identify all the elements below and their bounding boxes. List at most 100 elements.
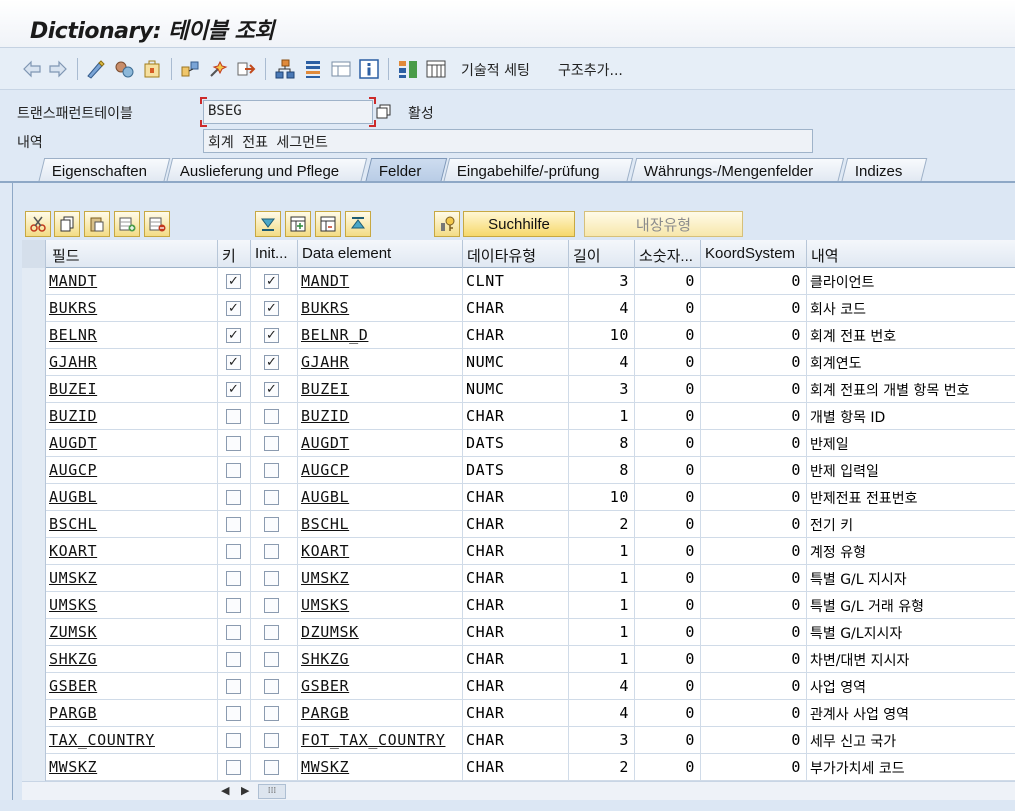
key-checkbox[interactable]: ✓ bbox=[226, 382, 241, 397]
append-structure-button[interactable]: 구조추가... bbox=[558, 60, 623, 80]
cell-data-element[interactable]: DZUMSK bbox=[301, 623, 359, 641]
row-selector[interactable] bbox=[22, 511, 46, 538]
scroll-thumb[interactable]: ⁞⁞⁞ bbox=[258, 784, 286, 799]
description-field[interactable]: 회계 전표 세그먼트 bbox=[203, 129, 813, 153]
copy-window-icon[interactable] bbox=[375, 103, 393, 121]
initial-checkbox[interactable] bbox=[264, 733, 279, 748]
row-selector[interactable] bbox=[22, 673, 46, 700]
initial-checkbox[interactable]: ✓ bbox=[264, 355, 279, 370]
cell-data-element[interactable]: AUGCP bbox=[301, 461, 349, 479]
tab-auslieferung[interactable]: Auslieferung und Pflege bbox=[166, 158, 368, 183]
cell-field[interactable]: GJAHR bbox=[49, 353, 97, 371]
initial-checkbox[interactable]: ✓ bbox=[264, 382, 279, 397]
row-selector[interactable] bbox=[22, 592, 46, 619]
cell-data-element[interactable]: MANDT bbox=[301, 272, 349, 290]
initial-checkbox[interactable] bbox=[264, 625, 279, 640]
forward-arrow-icon[interactable] bbox=[46, 57, 70, 81]
initial-checkbox[interactable] bbox=[264, 652, 279, 667]
column-header-coord[interactable]: KoordSystem bbox=[701, 240, 807, 268]
layout-icon[interactable] bbox=[329, 57, 353, 81]
cell-field[interactable]: ZUMSK bbox=[49, 623, 97, 641]
cell-data-element[interactable]: UMSKS bbox=[301, 596, 349, 614]
key-checkbox[interactable] bbox=[226, 463, 241, 478]
key-checkbox[interactable]: ✓ bbox=[226, 274, 241, 289]
key-checkbox[interactable] bbox=[226, 517, 241, 532]
table-contents-icon[interactable] bbox=[424, 57, 448, 81]
table-row[interactable]: MWSKZ MWSKZ CHAR 2 0 0 부가가치세 코드 bbox=[22, 754, 1015, 781]
insert-row-icon[interactable] bbox=[114, 211, 140, 237]
key-checkbox[interactable] bbox=[226, 760, 241, 775]
table-row[interactable]: GSBER GSBER CHAR 4 0 0 사업 영역 bbox=[22, 673, 1015, 700]
row-selector[interactable] bbox=[22, 700, 46, 727]
table-row[interactable]: BELNR ✓ ✓ BELNR_D CHAR 10 0 0 회계 전표 번호 bbox=[22, 322, 1015, 349]
table-row[interactable]: UMSKZ UMSKZ CHAR 1 0 0 특별 G/L 지시자 bbox=[22, 565, 1015, 592]
technical-settings-button[interactable]: 기술적 세팅 bbox=[461, 60, 530, 80]
initial-checkbox[interactable] bbox=[264, 679, 279, 694]
delete-row-icon[interactable] bbox=[144, 211, 170, 237]
row-selector[interactable] bbox=[22, 403, 46, 430]
row-selector[interactable] bbox=[22, 322, 46, 349]
column-header-data-element[interactable]: Data element bbox=[298, 240, 463, 268]
cell-data-element[interactable]: SHKZG bbox=[301, 650, 349, 668]
table-row[interactable]: ZUMSK DZUMSK CHAR 1 0 0 특별 G/L지시자 bbox=[22, 619, 1015, 646]
cell-field[interactable]: MANDT bbox=[49, 272, 97, 290]
paste-icon[interactable] bbox=[84, 211, 110, 237]
cell-data-element[interactable]: GJAHR bbox=[301, 353, 349, 371]
initial-checkbox[interactable] bbox=[264, 544, 279, 559]
cell-field[interactable]: PARGB bbox=[49, 704, 97, 722]
table-row[interactable]: PARGB PARGB CHAR 4 0 0 관계사 사업 영역 bbox=[22, 700, 1015, 727]
initial-checkbox[interactable] bbox=[264, 490, 279, 505]
key-checkbox[interactable] bbox=[226, 571, 241, 586]
cell-data-element[interactable]: BELNR_D bbox=[301, 326, 368, 344]
cell-data-element[interactable]: GSBER bbox=[301, 677, 349, 695]
tab-eigenschaften[interactable]: Eigenschaften bbox=[38, 158, 171, 183]
table-row[interactable]: BUZEI ✓ ✓ BUZEI NUMC 3 0 0 회계 전표의 개별 항목 번호 bbox=[22, 376, 1015, 403]
copy-icon[interactable] bbox=[54, 211, 80, 237]
cell-field[interactable]: AUGDT bbox=[49, 434, 97, 452]
table-row[interactable]: KOART KOART CHAR 1 0 0 계정 유형 bbox=[22, 538, 1015, 565]
initial-checkbox[interactable]: ✓ bbox=[264, 301, 279, 316]
row-selector[interactable] bbox=[22, 754, 46, 781]
row-selector[interactable] bbox=[22, 619, 46, 646]
key-checkbox[interactable] bbox=[226, 706, 241, 721]
move-up-icon[interactable] bbox=[345, 211, 371, 237]
cell-data-element[interactable]: BUZEI bbox=[301, 380, 349, 398]
row-selector[interactable] bbox=[22, 538, 46, 565]
row-selector[interactable] bbox=[22, 376, 46, 403]
scroll-left-icon[interactable]: ◀ bbox=[221, 784, 229, 797]
search-help-button[interactable]: Suchhilfe bbox=[463, 211, 575, 237]
hierarchy-icon[interactable] bbox=[273, 57, 297, 81]
initial-checkbox[interactable] bbox=[264, 598, 279, 613]
column-header-description[interactable]: 내역 bbox=[807, 240, 1015, 268]
key-checkbox[interactable] bbox=[226, 679, 241, 694]
initial-checkbox[interactable] bbox=[264, 571, 279, 586]
cell-data-element[interactable]: BUKRS bbox=[301, 299, 349, 317]
initial-checkbox[interactable] bbox=[264, 517, 279, 532]
cell-data-element[interactable]: BSCHL bbox=[301, 515, 349, 533]
table-row[interactable]: AUGCP AUGCP DATS 8 0 0 반제 입력일 bbox=[22, 457, 1015, 484]
key-checkbox[interactable]: ✓ bbox=[226, 355, 241, 370]
key-checkbox[interactable] bbox=[226, 544, 241, 559]
row-selector[interactable] bbox=[22, 565, 46, 592]
key-checkbox[interactable] bbox=[226, 652, 241, 667]
cell-field[interactable]: BUZEI bbox=[49, 380, 97, 398]
key-checkbox[interactable]: ✓ bbox=[226, 301, 241, 316]
column-header-decimals[interactable]: 소숫자... bbox=[635, 240, 701, 268]
initial-checkbox[interactable] bbox=[264, 409, 279, 424]
horizontal-scrollbar[interactable]: ◀ ▶ ⁞⁞⁞ bbox=[22, 781, 1015, 800]
expand-structure-icon[interactable] bbox=[315, 211, 341, 237]
initial-checkbox[interactable]: ✓ bbox=[264, 274, 279, 289]
key-checkbox[interactable] bbox=[226, 598, 241, 613]
tab-indizes[interactable]: Indizes bbox=[841, 158, 928, 183]
navigate-icon[interactable] bbox=[234, 57, 258, 81]
row-selector[interactable] bbox=[22, 457, 46, 484]
cell-data-element[interactable]: KOART bbox=[301, 542, 349, 560]
tab-waehrungsfelder[interactable]: Währungs-/Mengenfelder bbox=[630, 158, 845, 183]
cell-data-element[interactable]: AUGBL bbox=[301, 488, 349, 506]
cell-field[interactable]: BUZID bbox=[49, 407, 97, 425]
select-all-cell[interactable] bbox=[22, 240, 46, 268]
object-list-icon[interactable] bbox=[206, 57, 230, 81]
initial-checkbox[interactable] bbox=[264, 706, 279, 721]
search-help-icon[interactable] bbox=[434, 211, 460, 237]
table-row[interactable]: TAX_COUNTRY FOT_TAX_COUNTRY CHAR 3 0 0 세무 신고 국… bbox=[22, 727, 1015, 754]
